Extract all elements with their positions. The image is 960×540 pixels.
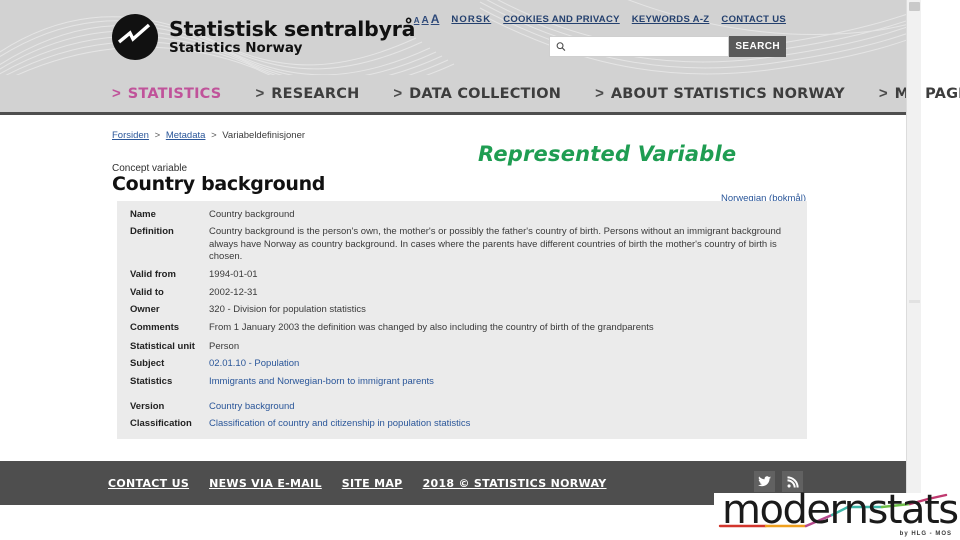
browser-page: Statistisk sentralbyrå Statistics Norway… <box>0 0 960 540</box>
utility-link-contact-us[interactable]: CONTACT US <box>721 14 786 25</box>
chevron-right-icon: > <box>112 85 121 102</box>
table-row: Subject 02.01.10 - Population <box>117 356 807 374</box>
text-size-control[interactable]: A A A <box>414 12 440 26</box>
row-key-version: Version <box>130 400 165 412</box>
site-logo-title: Statistisk sentralbyrå <box>169 16 416 41</box>
logo-zigzag-icon <box>118 23 151 44</box>
statistics-norway-logo-icon <box>112 14 158 60</box>
nav-item-data-collection[interactable]: > DATA COLLECTION <box>393 86 561 102</box>
nav-label-my-page: MY PAGE <box>895 85 960 102</box>
row-value-name: Country background <box>209 208 295 220</box>
row-value-statistics[interactable]: Immigrants and Norwegian-born to immigra… <box>209 376 807 389</box>
breadcrumb-item-forsiden[interactable]: Forsiden <box>112 130 149 141</box>
rss-feed-glyph <box>786 475 799 488</box>
site-logo[interactable]: Statistisk sentralbyrå Statistics Norway <box>112 14 415 60</box>
table-row: Definition Country background is the per… <box>117 224 807 267</box>
modernstats-subtitle: by HLG - MOS <box>899 531 952 537</box>
nav-label-research: RESEARCH <box>271 85 360 102</box>
row-key-valid-from: Valid from <box>130 269 176 280</box>
utility-link-cookies-and-privacy[interactable]: COOKIES AND PRIVACY <box>503 14 620 25</box>
table-row: Valid to 2002-12-31 <box>117 284 807 302</box>
row-value-statistical-unit: Person <box>209 340 240 352</box>
table-row: Statistical unit Person <box>117 338 807 356</box>
row-value-version[interactable]: Country background <box>209 401 807 414</box>
footer-link-contact-us[interactable]: CONTACT US <box>108 477 189 490</box>
nav-item-statistics[interactable]: > STATISTICS <box>112 86 221 102</box>
table-row: Classification Classification of country… <box>117 416 807 434</box>
row-key-name: Name <box>130 208 156 220</box>
row-value-owner: 320 - Division for population statistics <box>209 304 366 316</box>
site-header: Statistisk sentralbyrå Statistics Norway… <box>0 0 921 75</box>
row-key-definition: Definition <box>130 226 174 238</box>
site-logo-subtitle: Statistics Norway <box>169 40 303 56</box>
search-bar: SEARCH <box>549 36 786 57</box>
breadcrumb-item-metadata[interactable]: Metadata <box>166 130 206 141</box>
nav-item-research[interactable]: > RESEARCH <box>255 86 359 102</box>
table-row: Valid from 1994-01-01 <box>117 267 807 285</box>
twitter-bird-glyph <box>758 476 771 487</box>
chevron-right-icon: > <box>393 85 403 102</box>
page-scrollbar[interactable] <box>906 0 921 540</box>
row-key-classification: Classification <box>130 418 192 430</box>
context-table: Statistical unit Person Subject 02.01.10… <box>117 333 807 397</box>
row-key-valid-to: Valid to <box>130 286 164 298</box>
utility-link-keywords-az[interactable]: KEYWORDS A-Z <box>632 14 710 25</box>
row-key-owner: Owner <box>130 304 160 316</box>
text-size-small[interactable]: A <box>414 16 420 25</box>
table-row: Version Country background <box>117 398 807 416</box>
footer-link-news-via-email[interactable]: NEWS VIA E-MAIL <box>209 477 322 490</box>
nav-label-statistics: STATISTICS <box>127 85 222 102</box>
table-row: Statistics Immigrants and Norwegian-born… <box>117 373 807 391</box>
search-box[interactable] <box>549 36 730 57</box>
row-value-subject[interactable]: 02.01.10 - Population <box>209 358 807 371</box>
search-button[interactable]: SEARCH <box>729 36 786 57</box>
row-key-subject: Subject <box>130 358 165 370</box>
page-title: Country background <box>112 173 326 195</box>
nav-label-data-collection: DATA COLLECTION <box>409 85 562 102</box>
modernstats-logo: modernstats by HLG - MOS <box>714 487 960 540</box>
row-key-statistical-unit: Statistical unit <box>130 340 195 352</box>
scrollbar-track-mark <box>909 300 920 303</box>
chevron-right-icon: > <box>595 85 604 102</box>
modernstats-wordmark: modernstats <box>722 487 959 533</box>
table-row: Name Country background <box>117 206 807 224</box>
detail-table: Name Country background Definition Count… <box>117 201 807 343</box>
table-row: Owner 320 - Division for population stat… <box>117 302 807 320</box>
main-navigation: > STATISTICS > RESEARCH > DATA COLLECTIO… <box>0 75 960 115</box>
chevron-right-icon: > <box>878 85 888 102</box>
footer-copyright[interactable]: 2018 © STATISTICS NORWAY <box>423 477 607 490</box>
chevron-right-icon: > <box>255 85 265 102</box>
row-key-statistics: Statistics <box>130 375 173 387</box>
nav-item-about-statistics-norway[interactable]: > ABOUT STATISTICS NORWAY <box>595 86 845 102</box>
breadcrumb-separator: > <box>211 130 217 141</box>
row-value-definition: Country background is the person's own, … <box>209 226 782 263</box>
annotation-represented-variable: Represented Variable <box>478 142 737 166</box>
utility-link-norsk[interactable]: NORSK <box>451 14 491 25</box>
row-key-comments: Comments <box>130 321 180 333</box>
text-size-large[interactable]: A <box>431 12 440 26</box>
row-value-valid-from: 1994-01-01 <box>209 269 258 280</box>
screenshot-root: Statistisk sentralbyrå Statistics Norway… <box>0 0 960 540</box>
breadcrumb-separator: > <box>154 130 161 141</box>
breadcrumb-item-variabeldefinisjoner: Variabeldefinisjoner <box>222 130 306 141</box>
site-logo-text: Statistisk sentralbyrå Statistics Norway <box>169 16 416 56</box>
text-size-medium[interactable]: A <box>421 15 428 26</box>
footer-link-site-map[interactable]: SITE MAP <box>342 477 403 490</box>
utility-nav: A A A NORSK COOKIES AND PRIVACY KEYWORDS… <box>414 12 786 26</box>
version-table: Version Country background Classificatio… <box>117 393 807 440</box>
nav-label-about-statistics-norway: ABOUT STATISTICS NORWAY <box>610 85 845 102</box>
row-value-classification[interactable]: Classification of country and citizenshi… <box>209 418 807 431</box>
search-icon <box>556 42 566 51</box>
row-value-valid-to: 2002-12-31 <box>209 286 258 298</box>
table-padding <box>117 433 807 439</box>
scrollbar-thumb[interactable] <box>909 2 920 11</box>
breadcrumb: Forsiden > Metadata > Variabeldefinisjon… <box>112 130 305 141</box>
search-input[interactable] <box>571 37 723 56</box>
